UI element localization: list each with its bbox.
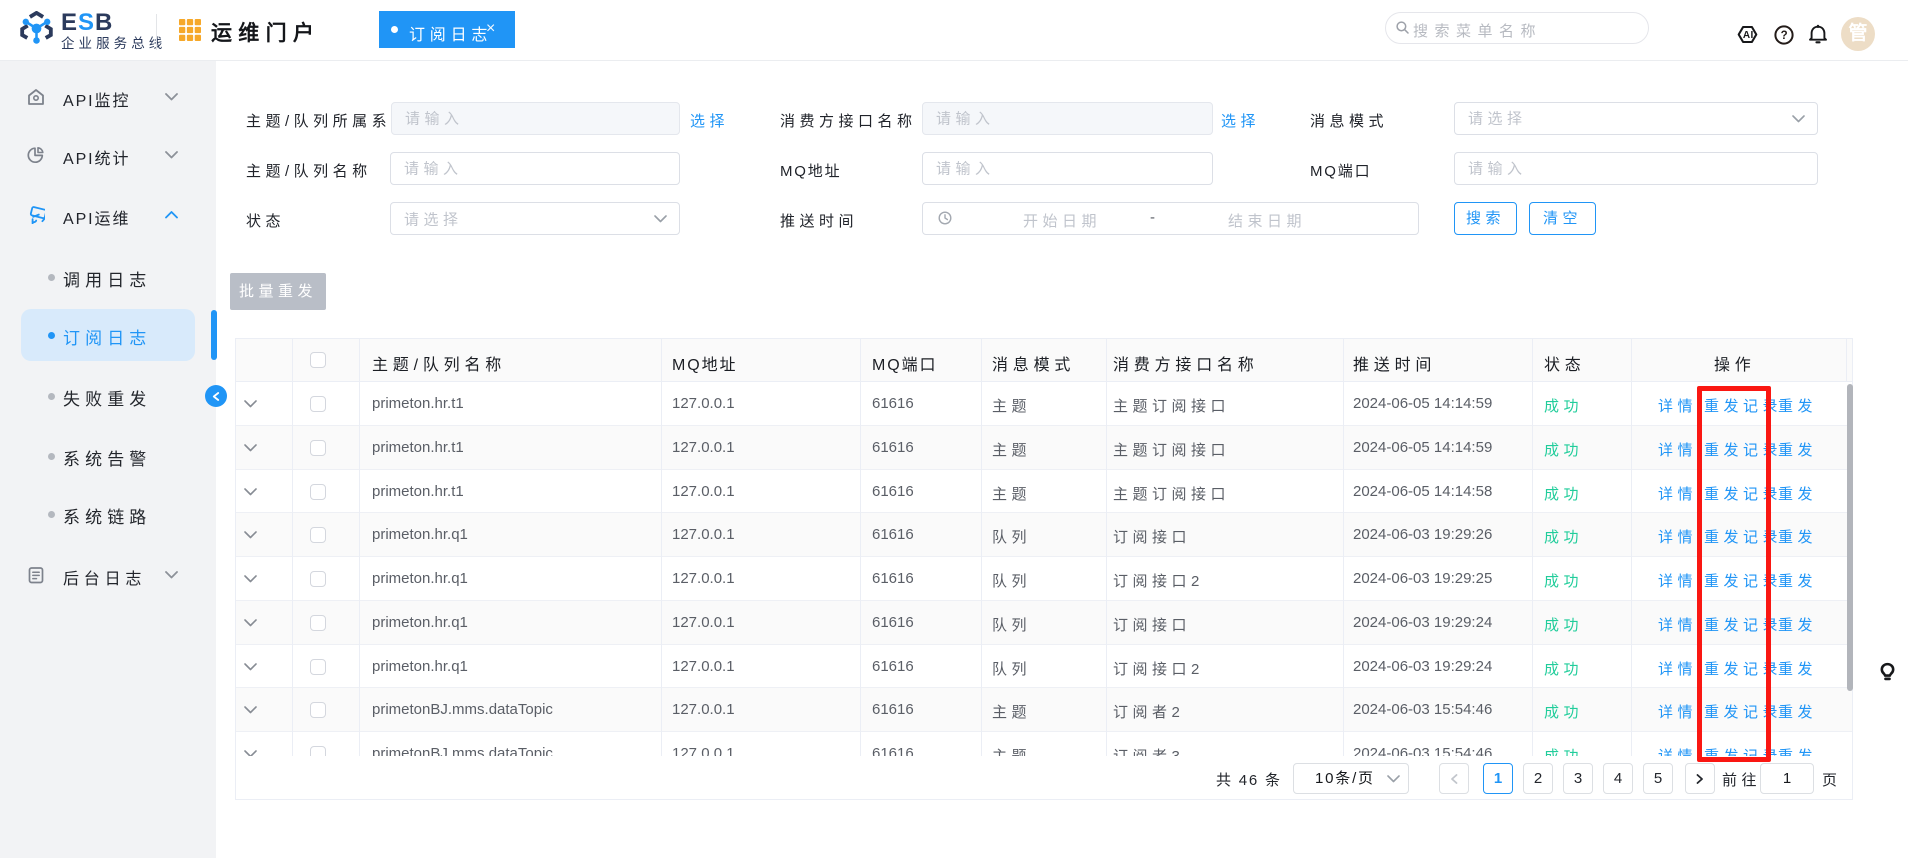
svg-text:?: ? <box>1781 30 1788 42</box>
svg-text:AI: AI <box>1743 30 1754 41</box>
